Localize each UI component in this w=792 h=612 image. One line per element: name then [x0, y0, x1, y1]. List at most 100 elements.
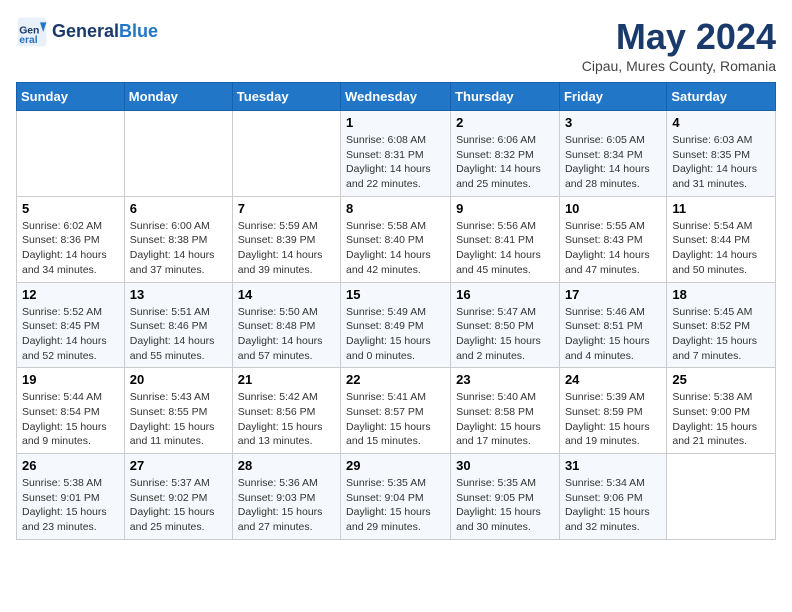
calendar-cell: 30Sunrise: 5:35 AM Sunset: 9:05 PM Dayli… [451, 454, 560, 540]
day-number: 11 [672, 201, 770, 216]
day-info: Sunrise: 5:34 AM Sunset: 9:06 PM Dayligh… [565, 476, 661, 535]
day-info: Sunrise: 5:39 AM Sunset: 8:59 PM Dayligh… [565, 390, 661, 449]
day-info: Sunrise: 5:38 AM Sunset: 9:00 PM Dayligh… [672, 390, 770, 449]
day-number: 26 [22, 458, 119, 473]
weekday-header-tuesday: Tuesday [232, 83, 340, 111]
day-info: Sunrise: 5:40 AM Sunset: 8:58 PM Dayligh… [456, 390, 554, 449]
calendar-cell: 25 Sunrise: 5:38 AM Sunset: 9:00 PM Dayli… [667, 368, 776, 454]
day-info: Sunrise: 5:45 AM Sunset: 8:52 PM Dayligh… [672, 305, 770, 364]
calendar-cell: 4 Sunrise: 6:03 AM Sunset: 8:35 PM Daylig… [667, 111, 776, 197]
logo-icon: Gen eral [16, 16, 48, 48]
weekday-header-saturday: Saturday [667, 83, 776, 111]
day-number: 16 [456, 287, 554, 302]
day-number: 23 [456, 372, 554, 387]
week-row-1: 1 Sunrise: 6:08 AM Sunset: 8:31 PM Daylig… [17, 111, 776, 197]
calendar-cell: 6 Sunrise: 6:00 AM Sunset: 8:38 PM Daylig… [124, 196, 232, 282]
calendar-cell: 20 Sunrise: 5:43 AM Sunset: 8:55 PM Dayli… [124, 368, 232, 454]
calendar-cell: 18 Sunrise: 5:45 AM Sunset: 8:52 PM Dayli… [667, 282, 776, 368]
calendar-cell: 1 Sunrise: 6:08 AM Sunset: 8:31 PM Daylig… [341, 111, 451, 197]
calendar-cell: 26 Sunrise: 5:38 AM Sunset: 9:01 PM Dayli… [17, 454, 125, 540]
day-number: 25 [672, 372, 770, 387]
calendar-cell: 31 Sunrise: 5:34 AM Sunset: 9:06 PM Dayli… [559, 454, 666, 540]
day-number: 31 [565, 458, 661, 473]
day-info: Sunrise: 6:00 AM Sunset: 8:38 PM Dayligh… [130, 219, 227, 278]
calendar-cell: 22Sunrise: 5:41 AM Sunset: 8:57 PM Dayli… [341, 368, 451, 454]
calendar-cell: 23 Sunrise: 5:40 AM Sunset: 8:58 PM Dayli… [451, 368, 560, 454]
weekday-header-sunday: Sunday [17, 83, 125, 111]
day-info: Sunrise: 5:54 AM Sunset: 8:44 PM Dayligh… [672, 219, 770, 278]
week-row-4: 19Sunrise: 5:44 AM Sunset: 8:54 PM Dayli… [17, 368, 776, 454]
day-number: 24 [565, 372, 661, 387]
day-number: 15 [346, 287, 445, 302]
calendar-table: SundayMondayTuesdayWednesdayThursdayFrid… [16, 82, 776, 540]
calendar-cell: 14 Sunrise: 5:50 AM Sunset: 8:48 PM Dayli… [232, 282, 340, 368]
day-info: Sunrise: 5:38 AM Sunset: 9:01 PM Dayligh… [22, 476, 119, 535]
day-number: 18 [672, 287, 770, 302]
day-info: Sunrise: 5:51 AM Sunset: 8:46 PM Dayligh… [130, 305, 227, 364]
logo: Gen eral GeneralBlue [16, 16, 158, 48]
calendar-cell: 29Sunrise: 5:35 AM Sunset: 9:04 PM Dayli… [341, 454, 451, 540]
calendar-cell: 10Sunrise: 5:55 AM Sunset: 8:43 PM Dayli… [559, 196, 666, 282]
calendar-cell: 3 Sunrise: 6:05 AM Sunset: 8:34 PM Daylig… [559, 111, 666, 197]
day-info: Sunrise: 5:58 AM Sunset: 8:40 PM Dayligh… [346, 219, 445, 278]
day-info: Sunrise: 5:36 AM Sunset: 9:03 PM Dayligh… [238, 476, 335, 535]
calendar-cell [17, 111, 125, 197]
calendar-cell: 7 Sunrise: 5:59 AM Sunset: 8:39 PM Daylig… [232, 196, 340, 282]
day-number: 1 [346, 115, 445, 130]
calendar-cell: 21 Sunrise: 5:42 AM Sunset: 8:56 PM Dayli… [232, 368, 340, 454]
day-number: 20 [130, 372, 227, 387]
weekday-header-row: SundayMondayTuesdayWednesdayThursdayFrid… [17, 83, 776, 111]
week-row-5: 26 Sunrise: 5:38 AM Sunset: 9:01 PM Dayli… [17, 454, 776, 540]
day-info: Sunrise: 5:42 AM Sunset: 8:56 PM Dayligh… [238, 390, 335, 449]
calendar-cell [232, 111, 340, 197]
calendar-cell: 11 Sunrise: 5:54 AM Sunset: 8:44 PM Dayli… [667, 196, 776, 282]
calendar-cell: 13 Sunrise: 5:51 AM Sunset: 8:46 PM Dayli… [124, 282, 232, 368]
day-info: Sunrise: 5:41 AM Sunset: 8:57 PM Dayligh… [346, 390, 445, 449]
day-info: Sunrise: 5:56 AM Sunset: 8:41 PM Dayligh… [456, 219, 554, 278]
title-block: May 2024 Cipau, Mures County, Romania [582, 16, 776, 74]
day-number: 14 [238, 287, 335, 302]
page-header: Gen eral GeneralBlue May 2024 Cipau, Mur… [16, 16, 776, 74]
day-number: 19 [22, 372, 119, 387]
weekday-header-wednesday: Wednesday [341, 83, 451, 111]
day-number: 17 [565, 287, 661, 302]
day-info: Sunrise: 6:06 AM Sunset: 8:32 PM Dayligh… [456, 133, 554, 192]
weekday-header-friday: Friday [559, 83, 666, 111]
day-number: 4 [672, 115, 770, 130]
day-info: Sunrise: 5:55 AM Sunset: 8:43 PM Dayligh… [565, 219, 661, 278]
day-number: 28 [238, 458, 335, 473]
day-number: 5 [22, 201, 119, 216]
calendar-cell: 12Sunrise: 5:52 AM Sunset: 8:45 PM Dayli… [17, 282, 125, 368]
calendar-cell: 15Sunrise: 5:49 AM Sunset: 8:49 PM Dayli… [341, 282, 451, 368]
calendar-cell: 27Sunrise: 5:37 AM Sunset: 9:02 PM Dayli… [124, 454, 232, 540]
day-info: Sunrise: 5:43 AM Sunset: 8:55 PM Dayligh… [130, 390, 227, 449]
day-number: 12 [22, 287, 119, 302]
day-info: Sunrise: 5:50 AM Sunset: 8:48 PM Dayligh… [238, 305, 335, 364]
day-number: 7 [238, 201, 335, 216]
day-number: 9 [456, 201, 554, 216]
calendar-cell: 5 Sunrise: 6:02 AM Sunset: 8:36 PM Daylig… [17, 196, 125, 282]
day-number: 27 [130, 458, 227, 473]
day-number: 21 [238, 372, 335, 387]
day-info: Sunrise: 5:59 AM Sunset: 8:39 PM Dayligh… [238, 219, 335, 278]
day-number: 30 [456, 458, 554, 473]
weekday-header-thursday: Thursday [451, 83, 560, 111]
svg-text:eral: eral [19, 35, 38, 46]
calendar-cell: 24 Sunrise: 5:39 AM Sunset: 8:59 PM Dayli… [559, 368, 666, 454]
day-info: Sunrise: 6:03 AM Sunset: 8:35 PM Dayligh… [672, 133, 770, 192]
day-info: Sunrise: 6:08 AM Sunset: 8:31 PM Dayligh… [346, 133, 445, 192]
day-number: 3 [565, 115, 661, 130]
day-number: 8 [346, 201, 445, 216]
week-row-3: 12Sunrise: 5:52 AM Sunset: 8:45 PM Dayli… [17, 282, 776, 368]
week-row-2: 5 Sunrise: 6:02 AM Sunset: 8:36 PM Daylig… [17, 196, 776, 282]
calendar-cell [667, 454, 776, 540]
location-subtitle: Cipau, Mures County, Romania [582, 58, 776, 74]
calendar-cell: 9 Sunrise: 5:56 AM Sunset: 8:41 PM Daylig… [451, 196, 560, 282]
calendar-cell: 19Sunrise: 5:44 AM Sunset: 8:54 PM Dayli… [17, 368, 125, 454]
day-number: 13 [130, 287, 227, 302]
day-info: Sunrise: 5:35 AM Sunset: 9:04 PM Dayligh… [346, 476, 445, 535]
day-info: Sunrise: 6:02 AM Sunset: 8:36 PM Dayligh… [22, 219, 119, 278]
month-title: May 2024 [582, 16, 776, 58]
day-info: Sunrise: 6:05 AM Sunset: 8:34 PM Dayligh… [565, 133, 661, 192]
day-number: 6 [130, 201, 227, 216]
